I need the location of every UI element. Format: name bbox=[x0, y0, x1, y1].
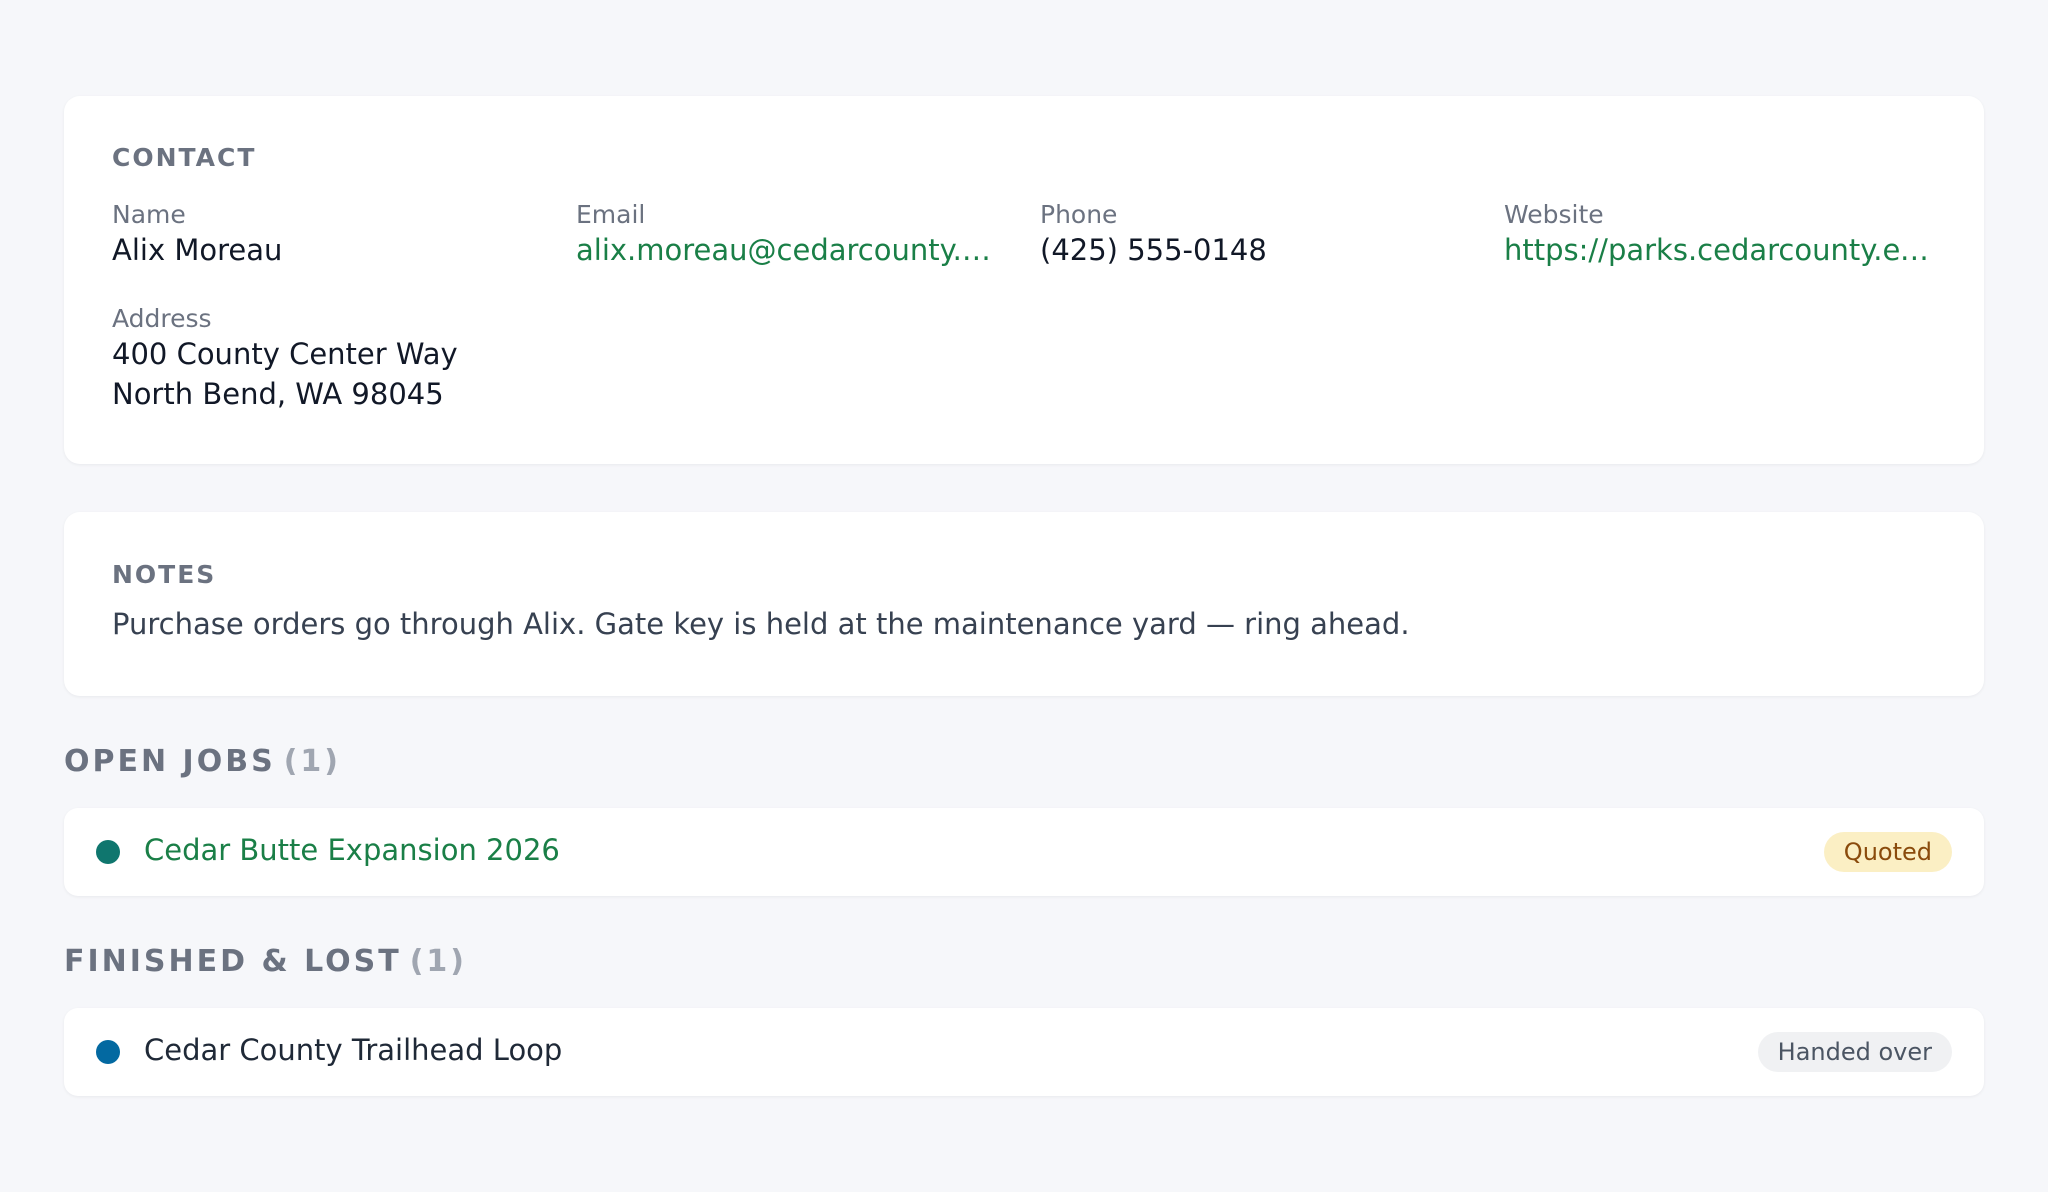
email-field: Email alix.moreau@cedarcounty.example.go… bbox=[576, 200, 996, 270]
job-status-dot bbox=[96, 840, 120, 864]
open-job-row[interactable]: Cedar Butte Expansion 2026 Quoted bbox=[64, 808, 1984, 896]
notes-card: NOTES Purchase orders go through Alix. G… bbox=[64, 512, 1984, 696]
notes-text: Purchase orders go through Alix. Gate ke… bbox=[112, 607, 1410, 641]
phone-label: Phone bbox=[1040, 200, 1118, 229]
status-badge: Handed over bbox=[1757, 1032, 1952, 1072]
status-badge: Quoted bbox=[1823, 832, 1952, 872]
website-link[interactable]: https://parks.cedarcounty.example.gov bbox=[1504, 230, 1934, 270]
website-label: Website bbox=[1504, 200, 1604, 229]
phone-field: Phone (425) 555-0148 bbox=[1040, 200, 1480, 270]
phone-value: (425) 555-0148 bbox=[1040, 233, 1267, 267]
address-line-2: North Bend, WA 98045 bbox=[112, 377, 444, 411]
finished-jobs-count: (1) bbox=[409, 944, 468, 979]
email-label: Email bbox=[576, 200, 646, 229]
name-value: Alix Moreau bbox=[112, 233, 283, 267]
job-status-dot bbox=[96, 1040, 120, 1064]
finished-jobs-title: FINISHED & LOST bbox=[64, 944, 402, 979]
website-field: Website https://parks.cedarcounty.exampl… bbox=[1504, 200, 1934, 270]
job-title[interactable]: Cedar County Trailhead Loop bbox=[144, 1030, 562, 1070]
finished-job-row[interactable]: Cedar County Trailhead Loop Handed over bbox=[64, 1008, 1984, 1096]
email-link[interactable]: alix.moreau@cedarcounty.example.gov bbox=[576, 230, 996, 270]
name-field: Name Alix Moreau bbox=[112, 200, 552, 270]
finished-jobs-heading: FINISHED & LOST (1) bbox=[64, 944, 467, 980]
job-title-link[interactable]: Cedar Butte Expansion 2026 bbox=[144, 830, 560, 870]
client-detail-page: CONTACT Name Alix Moreau Email alix.more… bbox=[0, 0, 2048, 1192]
address-field: Address 400 County Center Way North Bend… bbox=[112, 304, 552, 414]
notes-heading: NOTES bbox=[112, 560, 217, 589]
address-label: Address bbox=[112, 304, 212, 333]
contact-heading: CONTACT bbox=[112, 143, 257, 172]
contact-card: CONTACT Name Alix Moreau Email alix.more… bbox=[64, 96, 1984, 464]
name-label: Name bbox=[112, 200, 186, 229]
address-line-1: 400 County Center Way bbox=[112, 337, 458, 371]
open-jobs-count: (1) bbox=[283, 744, 341, 779]
open-jobs-heading: OPEN JOBS (1) bbox=[64, 744, 341, 780]
open-jobs-title: OPEN JOBS bbox=[64, 744, 276, 779]
